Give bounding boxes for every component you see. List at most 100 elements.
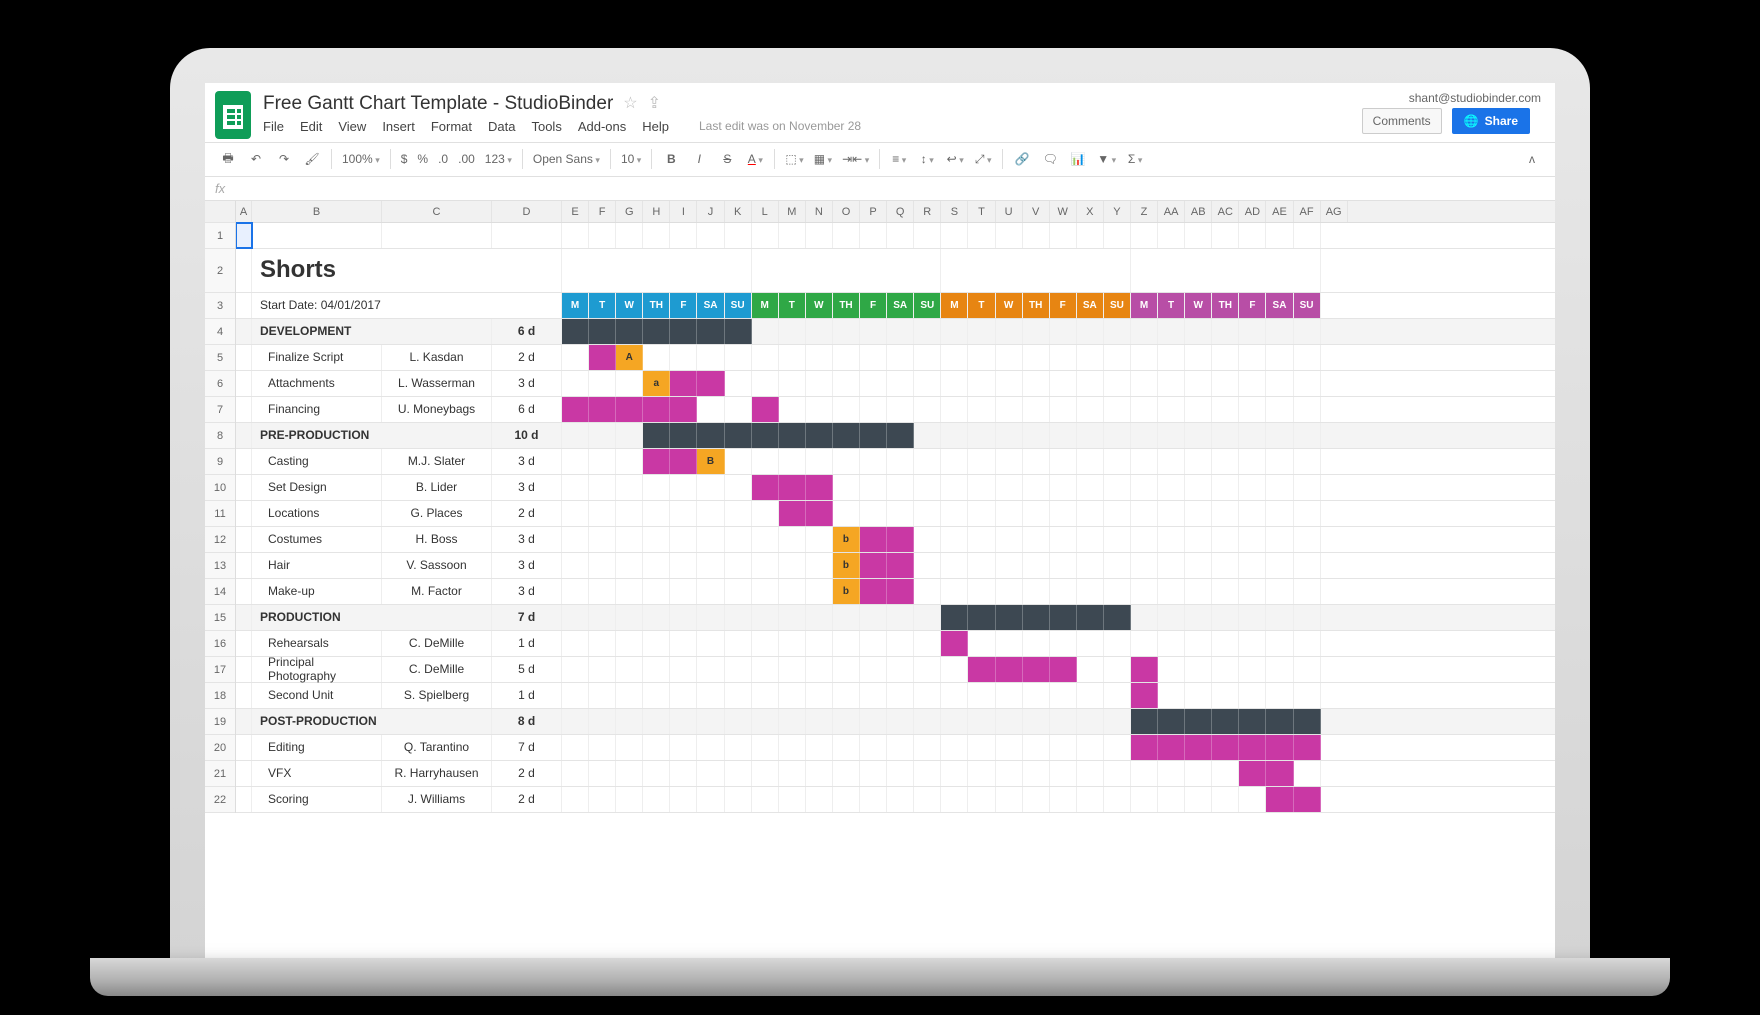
column-header[interactable]: AC <box>1212 201 1239 222</box>
task-owner[interactable]: J. Williams <box>382 787 492 812</box>
chart-icon[interactable]: 📊 <box>1069 152 1087 166</box>
share-button[interactable]: Share <box>1452 108 1530 134</box>
italic-icon[interactable]: I <box>690 152 708 166</box>
collapse-toolbar-icon[interactable]: ʌ <box>1523 152 1541 166</box>
table-row[interactable]: CostumesH. Boss3 db <box>236 527 1555 553</box>
column-header[interactable]: G <box>616 201 643 222</box>
table-row[interactable]: RehearsalsC. DeMille1 d <box>236 631 1555 657</box>
task-owner[interactable]: C. DeMille <box>382 631 492 656</box>
zoom-dropdown[interactable]: 100% <box>342 152 380 166</box>
v-align-icon[interactable]: ↕ <box>918 152 936 166</box>
task-name[interactable]: Set Design <box>252 475 382 500</box>
task-name[interactable]: Casting <box>252 449 382 474</box>
column-header[interactable]: AA <box>1158 201 1185 222</box>
row-header[interactable]: 4 <box>205 319 235 345</box>
decrease-decimal-button[interactable]: .0 <box>438 152 448 166</box>
task-owner[interactable]: V. Sassoon <box>382 553 492 578</box>
column-header[interactable]: AG <box>1321 201 1348 222</box>
section-name[interactable]: PRE-PRODUCTION <box>252 423 492 448</box>
functions-icon[interactable]: Σ <box>1126 152 1144 166</box>
column-header[interactable]: A <box>236 201 252 222</box>
row-header[interactable]: 12 <box>205 527 235 553</box>
column-header[interactable]: J <box>697 201 724 222</box>
task-owner[interactable]: C. DeMille <box>382 657 492 682</box>
comments-button[interactable]: Comments <box>1362 108 1442 134</box>
row-header[interactable]: 11 <box>205 501 235 527</box>
menu-help[interactable]: Help <box>642 119 669 134</box>
column-header[interactable]: I <box>670 201 697 222</box>
column-header[interactable]: Q <box>887 201 914 222</box>
table-row[interactable]: POST-PRODUCTION8 d <box>236 709 1555 735</box>
column-header[interactable]: F <box>589 201 616 222</box>
table-row[interactable]: CastingM.J. Slater3 dB <box>236 449 1555 475</box>
section-name[interactable]: DEVELOPMENT <box>252 319 492 344</box>
task-name[interactable]: Second Unit <box>252 683 382 708</box>
column-header[interactable]: N <box>806 201 833 222</box>
column-header[interactable]: V <box>1023 201 1050 222</box>
bold-icon[interactable]: B <box>662 152 680 166</box>
column-header[interactable]: AF <box>1294 201 1321 222</box>
doc-title[interactable]: Free Gantt Chart Template - StudioBinder <box>263 91 613 115</box>
task-owner[interactable]: M. Factor <box>382 579 492 604</box>
menu-data[interactable]: Data <box>488 119 515 134</box>
task-owner[interactable]: Q. Tarantino <box>382 735 492 760</box>
column-header[interactable]: D <box>492 201 562 222</box>
borders-icon[interactable]: ▦ <box>814 152 832 166</box>
task-name[interactable]: Scoring <box>252 787 382 812</box>
filter-icon[interactable]: ▼ <box>1097 152 1116 166</box>
row-header[interactable]: 13 <box>205 553 235 579</box>
task-name[interactable]: Principal Photography <box>252 657 382 682</box>
table-row[interactable]: Set DesignB. Lider3 d <box>236 475 1555 501</box>
column-header[interactable]: M <box>779 201 806 222</box>
column-header[interactable]: S <box>941 201 968 222</box>
table-row[interactable]: FinancingU. Moneybags6 d <box>236 397 1555 423</box>
row-header[interactable]: 19 <box>205 709 235 735</box>
task-name[interactable]: Rehearsals <box>252 631 382 656</box>
menu-format[interactable]: Format <box>431 119 472 134</box>
fill-color-icon[interactable]: ⬚ <box>785 152 803 166</box>
table-row[interactable]: Make-upM. Factor3 db <box>236 579 1555 605</box>
row-header[interactable]: 5 <box>205 345 235 371</box>
table-row[interactable]: Finalize ScriptL. Kasdan2 dA <box>236 345 1555 371</box>
row-header[interactable]: 9 <box>205 449 235 475</box>
column-header[interactable]: T <box>968 201 995 222</box>
table-row[interactable]: DEVELOPMENT6 d <box>236 319 1555 345</box>
print-icon[interactable]: 🖶 <box>219 149 237 170</box>
task-owner[interactable]: B. Lider <box>382 475 492 500</box>
task-owner[interactable]: L. Wasserman <box>382 371 492 396</box>
menu-file[interactable]: File <box>263 119 284 134</box>
column-header[interactable]: AB <box>1185 201 1212 222</box>
task-name[interactable]: Finalize Script <box>252 345 382 370</box>
menu-tools[interactable]: Tools <box>531 119 561 134</box>
redo-icon[interactable]: ↷ <box>275 152 293 166</box>
column-header[interactable]: K <box>725 201 752 222</box>
column-header[interactable]: R <box>914 201 941 222</box>
number-format-dropdown[interactable]: 123 <box>485 152 512 166</box>
task-name[interactable]: Hair <box>252 553 382 578</box>
column-header[interactable]: W <box>1050 201 1077 222</box>
row-header[interactable]: 8 <box>205 423 235 449</box>
task-name[interactable]: Make-up <box>252 579 382 604</box>
table-row[interactable]: ShortsWEEK 1WEEK 2WEEK 3WEEK 4 <box>236 249 1555 293</box>
menu-insert[interactable]: Insert <box>382 119 415 134</box>
row-header[interactable]: 20 <box>205 735 235 761</box>
row-header[interactable]: 15 <box>205 605 235 631</box>
table-row[interactable]: HairV. Sassoon3 db <box>236 553 1555 579</box>
table-row[interactable]: EditingQ. Tarantino7 d <box>236 735 1555 761</box>
font-size-dropdown[interactable]: 10 <box>621 152 641 166</box>
text-color-icon[interactable]: A <box>746 152 764 166</box>
task-name[interactable]: Financing <box>252 397 382 422</box>
paint-format-icon[interactable]: 🖌 <box>303 152 321 166</box>
column-header[interactable]: C <box>382 201 492 222</box>
table-row[interactable]: VFXR. Harryhausen2 d <box>236 761 1555 787</box>
row-header[interactable]: 2 <box>205 249 235 293</box>
task-name[interactable]: Attachments <box>252 371 382 396</box>
table-row[interactable]: Principal PhotographyC. DeMille5 d <box>236 657 1555 683</box>
column-header[interactable]: Y <box>1104 201 1131 222</box>
task-name[interactable]: Editing <box>252 735 382 760</box>
row-header[interactable]: 14 <box>205 579 235 605</box>
formula-bar[interactable]: fx <box>205 177 1555 201</box>
table-row[interactable]: Second UnitS. Spielberg1 d <box>236 683 1555 709</box>
menu-edit[interactable]: Edit <box>300 119 322 134</box>
task-owner[interactable]: R. Harryhausen <box>382 761 492 786</box>
